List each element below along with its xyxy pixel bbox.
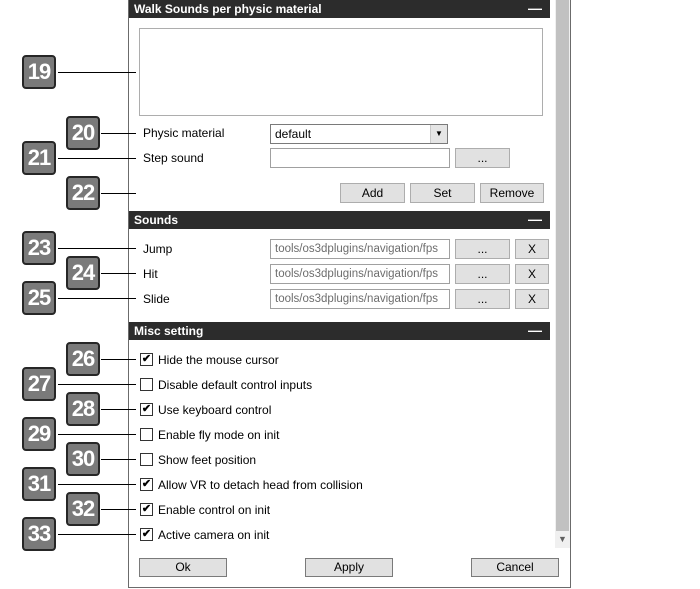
slide-browse-button[interactable]: ...: [455, 289, 510, 309]
add-button[interactable]: Add: [340, 183, 405, 203]
slide-label: Slide: [143, 292, 170, 306]
vertical-scrollbar[interactable]: ▼: [555, 0, 570, 548]
step-sound-browse-button[interactable]: ...: [455, 148, 510, 168]
callout-leader: [58, 248, 136, 249]
callout-badge: 21: [22, 141, 56, 175]
physic-material-value: default: [275, 127, 312, 141]
callout-leader: [101, 133, 136, 134]
callout-badge: 27: [22, 367, 56, 401]
callout-badge: 29: [22, 417, 56, 451]
jump-clear-button[interactable]: X: [515, 239, 549, 259]
scroll-thumb[interactable]: [556, 0, 569, 531]
callout-badge: 31: [22, 467, 56, 501]
remove-button[interactable]: Remove: [480, 183, 544, 203]
vr-detach-checkbox[interactable]: ✔: [140, 478, 153, 491]
physic-material-select[interactable]: default ▼: [270, 124, 448, 144]
callout-leader: [101, 459, 136, 460]
callout-badge: 32: [66, 492, 100, 526]
disable-inputs-checkbox[interactable]: [140, 378, 153, 391]
step-sound-label: Step sound: [143, 151, 204, 165]
collapse-icon[interactable]: —: [528, 210, 542, 228]
chevron-down-icon[interactable]: ▼: [430, 125, 447, 143]
callout-leader: [58, 72, 136, 73]
sounds-title: Sounds: [134, 213, 178, 227]
walk-sounds-title: Walk Sounds per physic material: [134, 2, 322, 16]
ok-button[interactable]: Ok: [139, 558, 227, 577]
hit-clear-button[interactable]: X: [515, 264, 549, 284]
control-on-init-checkbox[interactable]: ✔: [140, 503, 153, 516]
set-button[interactable]: Set: [410, 183, 475, 203]
vr-detach-label: Allow VR to detach head from collision: [158, 478, 363, 492]
misc-header[interactable]: Misc setting —: [129, 322, 550, 340]
collapse-icon[interactable]: —: [528, 321, 542, 339]
callout-leader: [101, 359, 136, 360]
disable-inputs-label: Disable default control inputs: [158, 378, 313, 392]
apply-button[interactable]: Apply: [305, 558, 393, 577]
hit-browse-button[interactable]: ...: [455, 264, 510, 284]
callout-leader: [58, 534, 136, 535]
cancel-button[interactable]: Cancel: [471, 558, 559, 577]
walk-sounds-list[interactable]: [139, 28, 543, 116]
hide-cursor-checkbox[interactable]: ✔: [140, 353, 153, 366]
jump-sound-input[interactable]: tools/os3dplugins/navigation/fps: [270, 239, 450, 259]
misc-title: Misc setting: [134, 324, 204, 338]
callout-badge: 30: [66, 442, 100, 476]
hit-sound-input[interactable]: tools/os3dplugins/navigation/fps: [270, 264, 450, 284]
callout-leader: [101, 409, 136, 410]
slide-clear-button[interactable]: X: [515, 289, 549, 309]
fly-mode-label: Enable fly mode on init: [158, 428, 280, 442]
callout-badge: 33: [22, 517, 56, 551]
collapse-icon[interactable]: —: [528, 0, 542, 17]
callout-leader: [58, 298, 136, 299]
callout-badge: 25: [22, 281, 56, 315]
scroll-down-icon[interactable]: ▼: [555, 531, 570, 548]
step-sound-input[interactable]: [270, 148, 450, 168]
keyboard-control-checkbox[interactable]: ✔: [140, 403, 153, 416]
callout-badge: 23: [22, 231, 56, 265]
hide-cursor-label: Hide the mouse cursor: [158, 353, 279, 367]
slide-sound-input[interactable]: tools/os3dplugins/navigation/fps: [270, 289, 450, 309]
feet-position-checkbox[interactable]: [140, 453, 153, 466]
callout-leader: [101, 509, 136, 510]
feet-position-label: Show feet position: [158, 453, 257, 467]
callout-badge: 26: [66, 342, 100, 376]
callout-leader: [58, 484, 136, 485]
walk-sounds-header[interactable]: Walk Sounds per physic material —: [129, 0, 550, 18]
callout-leader: [101, 193, 136, 194]
callout-leader: [101, 273, 136, 274]
sounds-header[interactable]: Sounds —: [129, 211, 550, 229]
camera-on-init-label: Active camera on init: [158, 528, 270, 542]
callout-leader: [58, 434, 136, 435]
callout-leader: [58, 384, 136, 385]
physic-material-label: Physic material: [143, 126, 225, 140]
callout-badge: 20: [66, 116, 100, 150]
callout-leader: [58, 158, 136, 159]
callout-badge: 19: [22, 55, 56, 89]
callout-badge: 28: [66, 392, 100, 426]
keyboard-control-label: Use keyboard control: [158, 403, 272, 417]
jump-label: Jump: [143, 242, 173, 256]
control-on-init-label: Enable control on init: [158, 503, 271, 517]
fly-mode-checkbox[interactable]: [140, 428, 153, 441]
callout-badge: 24: [66, 256, 100, 290]
camera-on-init-checkbox[interactable]: ✔: [140, 528, 153, 541]
hit-label: Hit: [143, 267, 158, 281]
jump-browse-button[interactable]: ...: [455, 239, 510, 259]
callout-badge: 22: [66, 176, 100, 210]
